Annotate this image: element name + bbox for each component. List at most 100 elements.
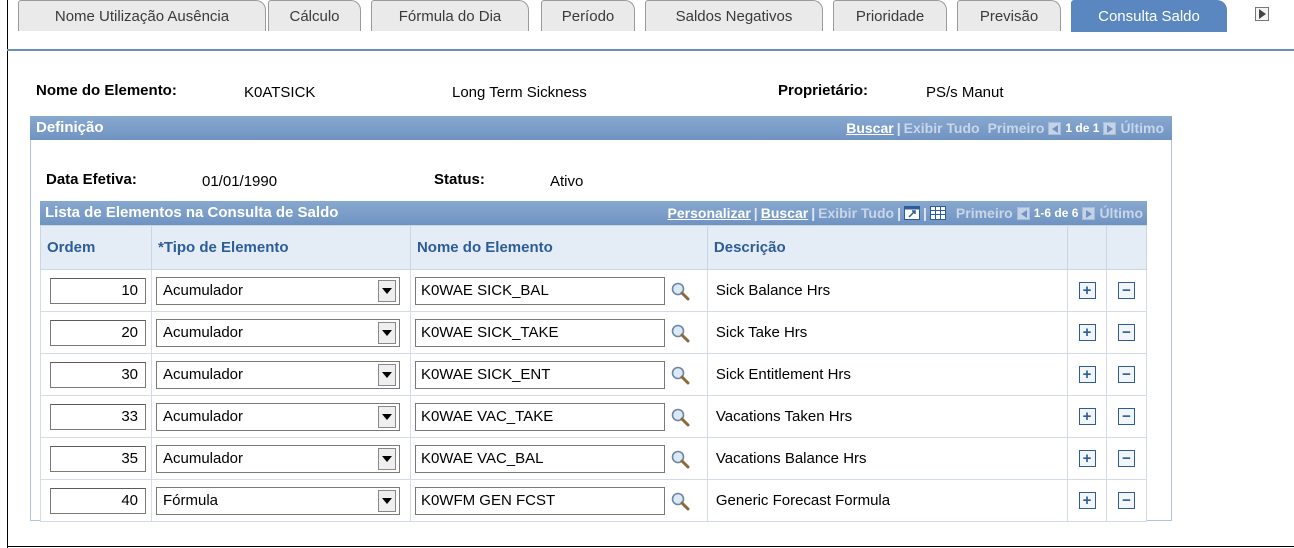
add-row-button[interactable]: + <box>1078 324 1096 341</box>
lookup-search-icon[interactable] <box>670 365 690 385</box>
element-name-input[interactable]: K0WAE SICK_TAKE <box>414 318 665 347</box>
tab-saldos-negativos[interactable]: Saldos Negativos <box>645 0 823 31</box>
element-type-select[interactable]: Acumulador <box>155 360 400 389</box>
table-row: 33 Acumulador K0WAE VAC_TAKE Vacations T… <box>40 395 1147 438</box>
chevron-down-icon <box>381 455 392 462</box>
grid-find-link[interactable]: Buscar <box>761 205 808 221</box>
tab-scroll-right-button[interactable] <box>1253 4 1271 24</box>
element-name-input[interactable]: K0WFM GEN FCST <box>414 486 665 515</box>
remove-row-cell: − <box>1106 311 1147 354</box>
element-name-cell: K0WAE VAC_BAL <box>409 437 708 480</box>
element-type-value: Acumulador <box>162 282 244 299</box>
order-input[interactable]: 33 <box>50 403 146 430</box>
lookup-search-icon[interactable] <box>670 491 690 511</box>
remove-row-cell: − <box>1106 479 1147 522</box>
zoom-grid-icon[interactable] <box>904 206 920 220</box>
element-type-value: Acumulador <box>162 450 244 467</box>
dropdown-button[interactable] <box>377 405 396 428</box>
delete-row-button[interactable]: − <box>1118 408 1136 425</box>
chevron-down-icon <box>381 329 392 336</box>
add-row-button[interactable]: + <box>1078 408 1096 425</box>
chevron-down-icon <box>381 497 392 504</box>
definition-find-link[interactable]: Buscar <box>846 120 893 136</box>
element-type-select[interactable]: Fórmula <box>155 486 400 515</box>
order-input[interactable]: 40 <box>50 487 146 514</box>
next-arrow-icon <box>1103 121 1117 135</box>
element-type-value: Acumulador <box>162 324 244 341</box>
element-type-cell: Acumulador <box>150 353 411 396</box>
dropdown-button[interactable] <box>377 279 396 302</box>
chevron-down-icon <box>381 287 392 294</box>
dropdown-button[interactable] <box>377 489 396 512</box>
element-description-value: Long Term Sickness <box>452 84 587 101</box>
lookup-search-icon[interactable] <box>670 323 690 343</box>
tab-nome-utilizacao-ausencia[interactable]: Nome Utilização Ausência <box>18 0 266 31</box>
separator: | <box>896 120 901 136</box>
add-row-button[interactable]: + <box>1078 282 1096 299</box>
delete-row-button[interactable]: − <box>1118 450 1136 467</box>
definition-title: Definição <box>36 119 104 136</box>
element-type-select[interactable]: Acumulador <box>155 444 400 473</box>
tab-periodo[interactable]: Período <box>541 0 635 31</box>
add-row-button[interactable]: + <box>1078 450 1096 467</box>
element-name-input[interactable]: K0WAE SICK_ENT <box>414 360 665 389</box>
tab-formula-do-dia[interactable]: Fórmula do Dia <box>371 0 529 31</box>
delete-row-button[interactable]: − <box>1118 282 1136 299</box>
add-row-cell: + <box>1067 437 1108 480</box>
download-spreadsheet-icon[interactable] <box>929 206 946 220</box>
lookup-search-icon[interactable] <box>670 449 690 469</box>
dropdown-button[interactable] <box>377 447 396 470</box>
description-cell: Vacations Balance Hrs <box>706 437 1069 480</box>
grid-last-label: Último <box>1099 205 1143 221</box>
description-cell: Sick Entitlement Hrs <box>706 353 1069 396</box>
delete-row-button[interactable]: − <box>1118 366 1136 383</box>
order-input[interactable]: 20 <box>50 319 146 346</box>
tab-prioridade[interactable]: Prioridade <box>833 0 947 31</box>
tab-previsao[interactable]: Previsão <box>957 0 1061 31</box>
definition-panel-header: Definição Buscar | Exibir Tudo Primeiro … <box>30 116 1172 140</box>
order-input[interactable]: 30 <box>50 361 146 388</box>
add-row-button[interactable]: + <box>1078 492 1096 509</box>
dropdown-button[interactable] <box>377 321 396 344</box>
personalize-link[interactable]: Personalizar <box>668 205 751 221</box>
order-cell: 30 <box>40 353 152 396</box>
add-row-button[interactable]: + <box>1078 366 1096 383</box>
tabs-underline <box>7 49 1294 51</box>
column-header-add <box>1067 225 1108 270</box>
balance-list-title: Lista de Elementos na Consulta de Saldo <box>45 204 339 221</box>
tab-consulta-saldo[interactable]: Consulta Saldo <box>1071 0 1227 32</box>
grid-nav: Personalizar | Buscar | Exibir Tudo | | … <box>668 205 1143 221</box>
order-input[interactable]: 10 <box>50 277 146 304</box>
delete-row-button[interactable]: − <box>1118 324 1136 341</box>
element-type-select[interactable]: Acumulador <box>155 402 400 431</box>
element-type-cell: Fórmula <box>150 479 411 522</box>
element-name-input[interactable]: K0WAE SICK_BAL <box>414 276 665 305</box>
order-input[interactable]: 35 <box>50 445 146 472</box>
delete-row-button[interactable]: − <box>1118 492 1136 509</box>
order-cell: 35 <box>40 437 152 480</box>
previous-arrow-icon <box>1016 206 1030 220</box>
lookup-search-icon[interactable] <box>670 407 690 427</box>
element-name-cell: K0WAE SICK_ENT <box>409 353 708 396</box>
definition-last-label: Último <box>1120 120 1164 136</box>
description-cell: Generic Forecast Formula <box>706 479 1069 522</box>
element-type-select[interactable]: Acumulador <box>155 318 400 347</box>
element-name-input[interactable]: K0WAE VAC_BAL <box>414 444 665 473</box>
order-cell: 33 <box>40 395 152 438</box>
element-type-select[interactable]: Acumulador <box>155 276 400 305</box>
element-type-cell: Acumulador <box>150 437 411 480</box>
next-arrow-icon <box>1082 206 1096 220</box>
effective-date-value: 01/01/1990 <box>202 173 278 190</box>
column-header-element-name: Nome do Elemento <box>409 225 708 270</box>
lookup-search-icon[interactable] <box>670 281 690 301</box>
order-cell: 10 <box>40 269 152 312</box>
tab-calculo[interactable]: Cálculo <box>268 0 361 31</box>
element-type-cell: Acumulador <box>150 395 411 438</box>
dropdown-button[interactable] <box>377 363 396 386</box>
order-cell: 20 <box>40 311 152 354</box>
element-name-input[interactable]: K0WAE VAC_TAKE <box>414 402 665 431</box>
separator: | <box>811 205 816 221</box>
table-row: 10 Acumulador K0WAE SICK_BAL Sick Balanc… <box>40 269 1147 312</box>
chevron-down-icon <box>381 371 392 378</box>
separator: | <box>897 205 901 221</box>
